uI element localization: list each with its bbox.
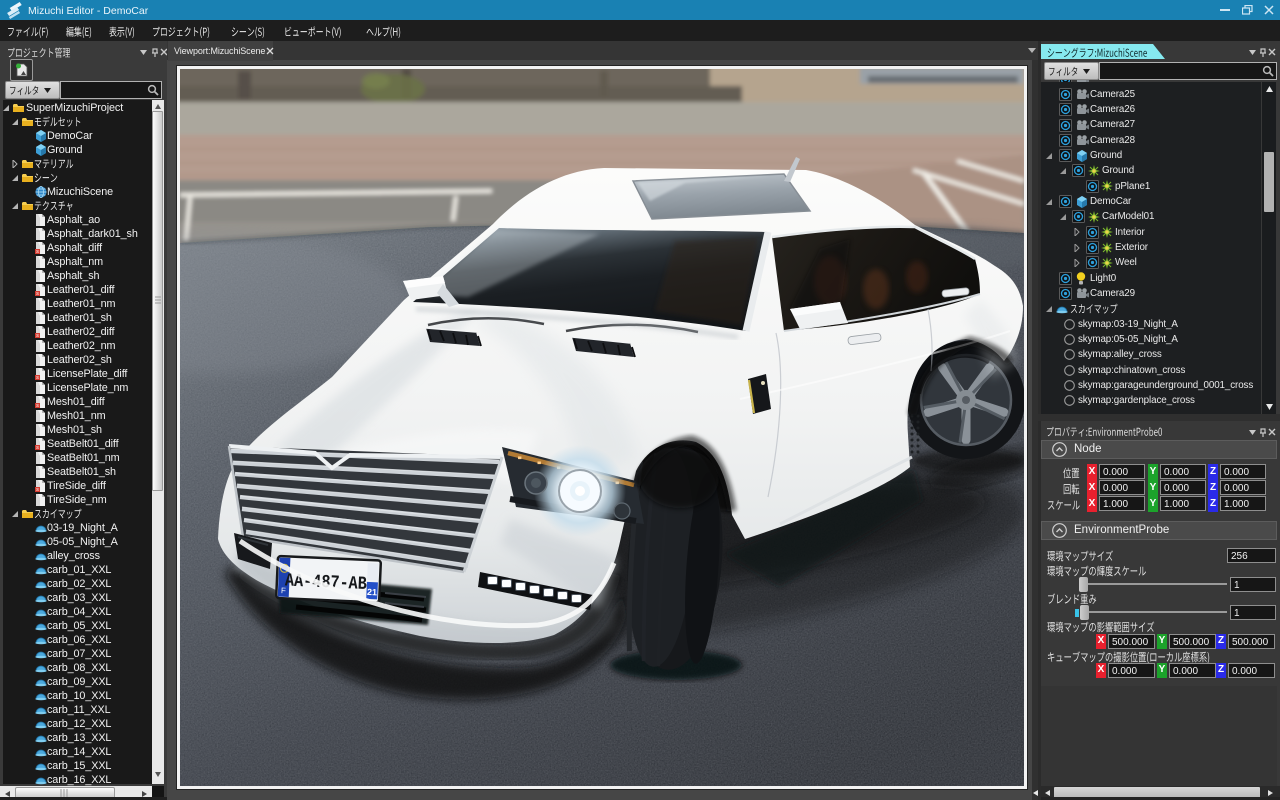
svg-text:21: 21 <box>367 587 377 597</box>
svg-text:s: s <box>36 333 39 338</box>
svg-text:s: s <box>36 403 39 408</box>
svg-text:s: s <box>36 249 39 254</box>
svg-text:s: s <box>36 291 39 296</box>
svg-text:s: s <box>36 445 39 450</box>
svg-text:s: s <box>36 487 39 492</box>
svg-text:s: s <box>36 375 39 380</box>
